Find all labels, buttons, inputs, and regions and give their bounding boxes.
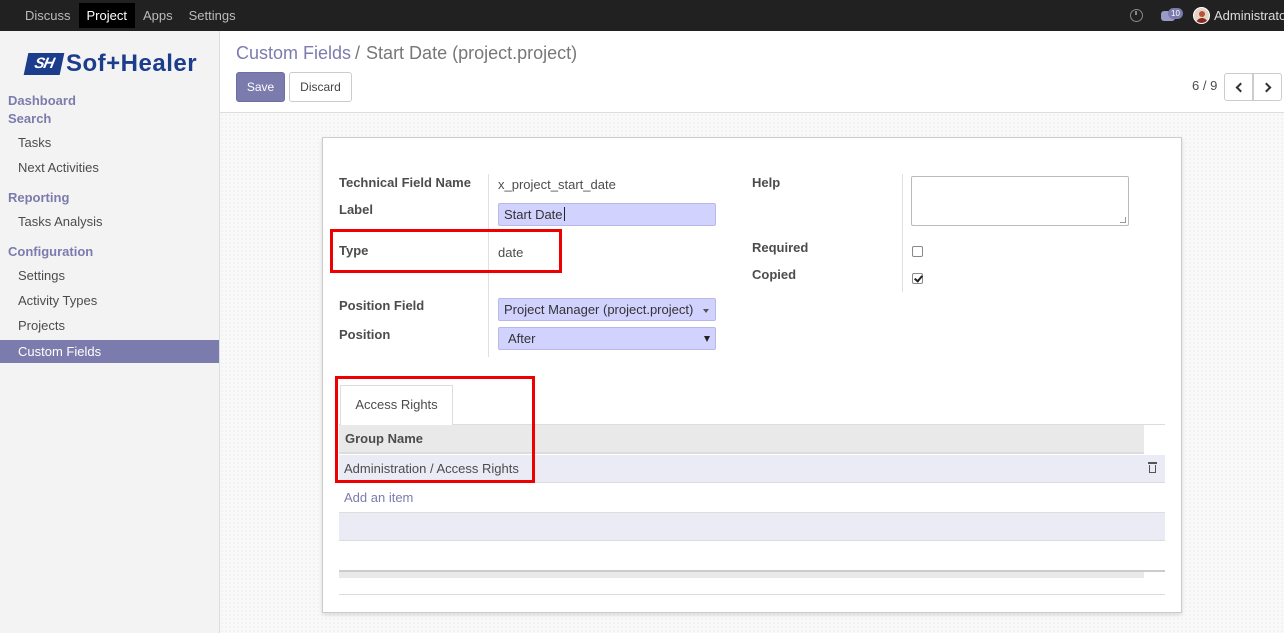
chat-icon[interactable]: 10: [1161, 7, 1183, 21]
sidebar-item-custom-fields[interactable]: Custom Fields: [0, 340, 219, 363]
sidebar-section-search: Search: [8, 111, 52, 126]
chevron-left-icon: [1235, 82, 1245, 92]
breadcrumb-current: Start Date (project.project): [366, 43, 578, 63]
user-menu[interactable]: Administrator: [1214, 8, 1284, 23]
add-item-link[interactable]: Add an item: [344, 490, 413, 505]
trash-icon[interactable]: [1148, 462, 1157, 473]
breadcrumb: Custom Fields / Start Date (project.projec…: [236, 43, 577, 64]
activity-clock-icon[interactable]: [1130, 9, 1143, 22]
sidebar-item-projects[interactable]: Projects: [0, 314, 219, 337]
menu-project[interactable]: Project: [78, 3, 135, 28]
discard-button[interactable]: Discard: [289, 72, 352, 102]
position-field-select[interactable]: Project Manager (project.project): [498, 298, 716, 321]
sidebar-item-tasks-analysis[interactable]: Tasks Analysis: [0, 210, 219, 233]
table-empty-row: [339, 513, 1165, 541]
label-label: Label: [339, 202, 373, 217]
pager-previous-button[interactable]: [1224, 73, 1253, 101]
position-field-label: Position Field: [339, 298, 425, 313]
sidebar-item-next-activities[interactable]: Next Activities: [0, 156, 219, 179]
logo-mark: SH: [23, 53, 65, 75]
label-input[interactable]: Start Date: [498, 203, 716, 226]
pager-next-button[interactable]: [1253, 73, 1282, 101]
technical-field-name-label: Technical Field Name: [339, 175, 471, 190]
user-avatar[interactable]: [1193, 7, 1210, 24]
required-label: Required: [752, 240, 809, 255]
sidebar-section-configuration: Configuration: [8, 244, 94, 259]
position-field-value: Project Manager (project.project): [504, 302, 694, 317]
top-navbar: Discuss Project Apps Settings 10 Adminis…: [0, 0, 1284, 31]
copied-label: Copied: [752, 267, 797, 282]
table-bottom-border: [339, 594, 1165, 595]
copied-checkbox[interactable]: [912, 273, 923, 284]
menu-settings[interactable]: Settings: [181, 3, 244, 28]
softhealer-logo: SH Sof+Healer: [23, 50, 198, 78]
chevron-right-icon: [1261, 82, 1271, 92]
sidebar: SH Sof+Healer Dashboard Search Tasks Nex…: [0, 31, 220, 633]
pager-value[interactable]: 6 / 9: [1192, 78, 1217, 93]
text-cursor: [563, 207, 565, 221]
menu-apps[interactable]: Apps: [135, 3, 181, 28]
required-checkbox[interactable]: [912, 246, 923, 257]
logo-text: Sof+Healer: [66, 50, 198, 77]
save-button[interactable]: Save: [236, 72, 285, 102]
sidebar-item-tasks[interactable]: Tasks: [0, 131, 219, 154]
breadcrumb-custom-fields[interactable]: Custom Fields: [236, 43, 351, 63]
access-rights-highlight-box: [335, 376, 535, 483]
breadcrumb-separator: /: [355, 43, 361, 63]
type-highlight-box: [330, 229, 562, 273]
label-input-value: Start Date: [504, 207, 563, 222]
sidebar-item-activity-types[interactable]: Activity Types: [0, 289, 219, 312]
chat-count-badge: 10: [1168, 7, 1183, 19]
position-select[interactable]: After: [498, 327, 716, 350]
select-arrow-icon: [704, 336, 710, 342]
table-footer: [339, 572, 1144, 578]
position-value: After: [508, 331, 536, 346]
group-separator-right: [902, 174, 903, 292]
technical-field-name-value: x_project_start_date: [498, 177, 616, 192]
help-label: Help: [752, 175, 781, 190]
dropdown-arrow-icon: [703, 309, 709, 313]
position-label: Position: [339, 327, 391, 342]
systray: 10 Administrator: [1130, 0, 1284, 31]
menu-discuss[interactable]: Discuss: [17, 3, 79, 28]
sidebar-section-reporting: Reporting: [8, 190, 70, 205]
sidebar-item-dashboard[interactable]: Dashboard: [8, 93, 76, 108]
resize-handle-icon[interactable]: [1120, 217, 1126, 223]
app-menu: Discuss Project Apps Settings: [0, 0, 244, 31]
sidebar-item-settings[interactable]: Settings: [0, 264, 219, 287]
help-textarea[interactable]: [911, 176, 1129, 226]
